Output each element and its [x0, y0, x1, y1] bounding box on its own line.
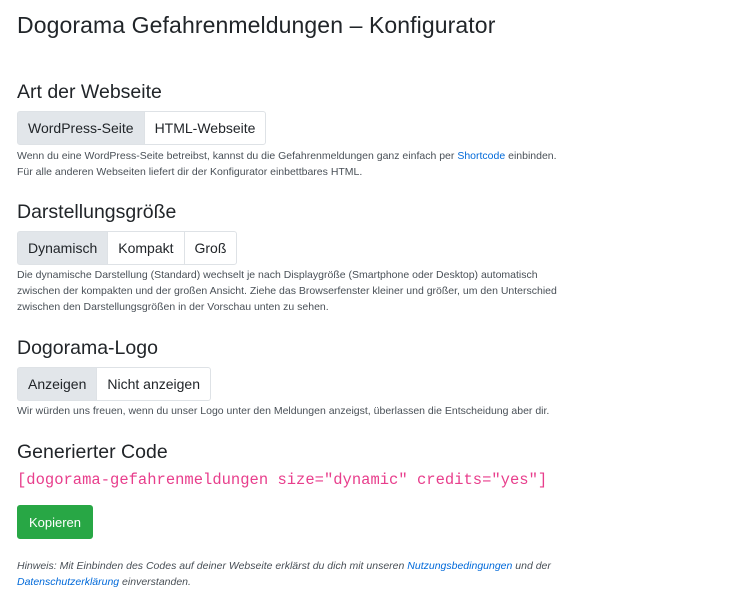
display-size-help-line2: zwischen der kompakten und der großen An…	[17, 285, 557, 297]
generated-code-heading: Generierter Code	[17, 441, 168, 463]
large-option-button[interactable]: Groß	[183, 231, 238, 265]
dynamic-option-button[interactable]: Dynamisch	[17, 231, 109, 265]
note-text: Hinweis: Mit Einbinden des Codes auf dei…	[17, 560, 408, 572]
website-type-help: Wenn du eine WordPress-Seite betreibst, …	[17, 148, 637, 180]
copy-button[interactable]: Kopieren	[17, 505, 93, 539]
show-logo-button[interactable]: Anzeigen	[17, 367, 98, 401]
logo-heading: Dogorama-Logo	[17, 337, 158, 359]
website-type-help-text: Wenn du eine WordPress-Seite betreibst, …	[17, 150, 458, 162]
logo-help: Wir würden uns freuen, wenn du unser Log…	[17, 405, 550, 417]
generated-shortcode: [dogorama-gefahrenmeldungen size="dynami…	[17, 471, 548, 489]
note-text-middle: und der	[512, 560, 551, 572]
website-type-heading: Art der Webseite	[17, 81, 162, 103]
display-size-help-line3: zwischen den Darstellungsgrößen in der V…	[17, 301, 329, 313]
display-size-help: Die dynamische Darstellung (Standard) we…	[17, 267, 637, 315]
privacy-link[interactable]: Datenschutzerklärung	[17, 576, 119, 588]
compact-option-button[interactable]: Kompakt	[107, 231, 185, 265]
html-option-button[interactable]: HTML-Webseite	[143, 111, 267, 145]
terms-note: Hinweis: Mit Einbinden des Codes auf dei…	[17, 558, 617, 590]
website-type-help-text-end: einbinden.	[505, 150, 557, 162]
hide-logo-button[interactable]: Nicht anzeigen	[96, 367, 212, 401]
display-size-heading: Darstellungsgröße	[17, 201, 177, 223]
note-text-end: einverstanden.	[119, 576, 191, 588]
display-size-help-line1: Die dynamische Darstellung (Standard) we…	[17, 269, 538, 281]
wordpress-option-button[interactable]: WordPress-Seite	[17, 111, 145, 145]
website-type-toggle: WordPress-Seite HTML-Webseite	[17, 111, 267, 145]
page-title: Dogorama Gefahrenmeldungen – Konfigurato…	[17, 12, 496, 38]
logo-toggle: Anzeigen Nicht anzeigen	[17, 367, 212, 401]
shortcode-link[interactable]: Shortcode	[457, 150, 505, 162]
display-size-toggle: Dynamisch Kompakt Groß	[17, 231, 238, 265]
terms-link[interactable]: Nutzungsbedingungen	[407, 560, 512, 572]
website-type-help-line2: Für alle anderen Webseiten liefert dir d…	[17, 166, 363, 178]
